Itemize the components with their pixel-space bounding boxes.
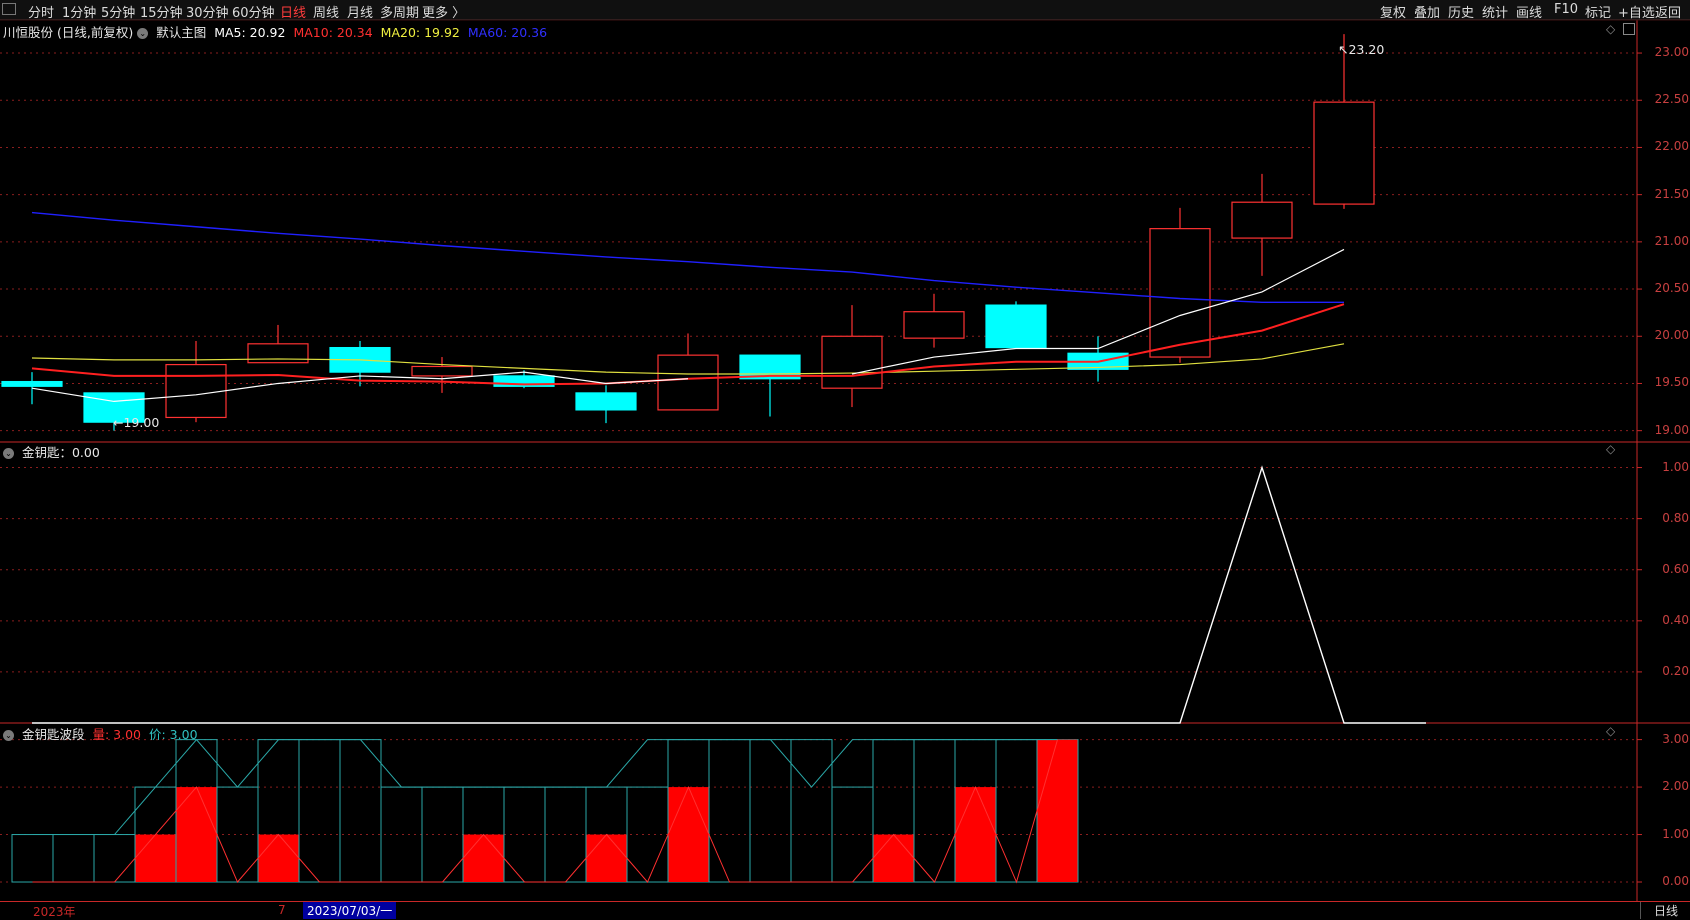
bodian-red-bar	[668, 787, 709, 883]
low-price-marker: ←19.00	[113, 415, 160, 430]
template-name[interactable]: 默认主图	[156, 25, 206, 40]
bodian-volume-bar	[298, 739, 341, 883]
ind1-axis-tick-label: 1.00	[1662, 459, 1689, 474]
stock-name: 川恒股份	[3, 25, 54, 40]
candle[interactable]	[247, 324, 309, 364]
ind1-axis-tick-label: 0.60	[1662, 561, 1689, 576]
indicator1-diamond-icon[interactable]: ◇	[1606, 442, 1615, 456]
month-label: 7	[278, 903, 286, 917]
bodian-volume-bar	[913, 739, 956, 883]
candle-body	[575, 392, 637, 411]
candle[interactable]	[1067, 336, 1129, 382]
candle-body	[1231, 201, 1293, 239]
candle[interactable]	[575, 385, 637, 424]
indicator2-header: ⌄ 金钥匙波段 量: 3.00 价: 3.00	[3, 724, 198, 743]
candle[interactable]	[411, 357, 473, 393]
candle-body	[247, 343, 309, 364]
candle[interactable]	[493, 370, 555, 389]
candle-body	[657, 354, 719, 411]
cursor-date-badge: 2023/07/03/一	[303, 902, 397, 919]
bodian-volume-bar	[93, 834, 136, 883]
panel-diamond-icon[interactable]: ◇	[1606, 22, 1615, 36]
candle-body	[165, 363, 227, 419]
main-panel-header: 川恒股份 (日线,前复权) ⌄ 默认主图 MA5: 20.92 MA10: 20…	[3, 22, 547, 41]
bodian-volume-bar	[749, 739, 792, 883]
indicator1-value: 金钥匙：0.00	[21, 445, 100, 460]
candle[interactable]	[903, 293, 965, 348]
bodian-red-bar	[955, 787, 996, 883]
ind1-axis-tick-label: 0.20	[1662, 663, 1689, 678]
indicator1-dropdown-icon[interactable]: ⌄	[3, 448, 14, 459]
ind2-axis-tick-label: 0.00	[1662, 874, 1689, 888]
adjust-mode: (日线,前复权)	[57, 25, 134, 40]
candle[interactable]	[1313, 34, 1375, 209]
price-axis-tick-label: 23.00	[1654, 45, 1689, 60]
bodian-volume-bar	[11, 834, 54, 883]
candle-body	[1149, 228, 1211, 358]
price-axis-tick-label: 20.50	[1654, 281, 1689, 296]
template-dropdown-icon[interactable]: ⌄	[137, 28, 149, 39]
time-axis: 2023年 7 2023/07/03/一 日线	[0, 901, 1690, 920]
candle-body	[903, 311, 965, 339]
ind1-axis-tick-label: 0.80	[1662, 510, 1689, 525]
indicator2-diamond-icon[interactable]: ◇	[1606, 724, 1615, 738]
bodian-red-bar	[873, 834, 914, 883]
jinyaoshi-line	[32, 465, 1426, 724]
bodian-red-bar	[135, 834, 176, 883]
ma20-label: MA20: 19.92	[380, 25, 460, 40]
bodian-volume-bar	[995, 739, 1038, 883]
bodian-volume-bar	[790, 739, 833, 883]
price-axis-tick-label: 21.00	[1654, 233, 1689, 248]
indicator2-dropdown-icon[interactable]: ⌄	[3, 730, 14, 741]
kline-chart[interactable]	[0, 0, 1690, 919]
ind2-axis-tick-label: 1.00	[1662, 826, 1689, 841]
ma60-label: MA60: 20.36	[467, 25, 548, 40]
price-axis-tick-label: 22.00	[1654, 139, 1689, 154]
bodian-red-bar	[1037, 739, 1078, 883]
candle[interactable]	[985, 301, 1047, 349]
candle[interactable]	[657, 333, 719, 411]
candle[interactable]	[1231, 173, 1293, 276]
bodian-red-bar	[586, 834, 627, 883]
candle-body	[985, 304, 1047, 349]
candle-body	[1313, 101, 1375, 205]
bodian-red-bar	[176, 787, 217, 883]
price-axis-tick-label: 20.00	[1654, 328, 1689, 343]
ma10-label: MA10: 20.34	[293, 25, 373, 40]
candle-body	[821, 335, 883, 389]
period-tab[interactable]: 日线	[1640, 902, 1690, 919]
bodian-volume-bar	[52, 834, 95, 883]
high-price-marker: ↖23.20	[1338, 42, 1385, 57]
ind2-axis-tick-label: 2.00	[1662, 779, 1689, 794]
ind2-axis-tick-label: 3.00	[1662, 731, 1689, 746]
indicator2-volume: 量: 3.00	[92, 727, 142, 742]
candle[interactable]	[1149, 207, 1211, 363]
candle[interactable]	[165, 340, 227, 423]
indicator2-name: 金钥匙波段	[21, 727, 85, 742]
price-axis-tick-label: 22.50	[1654, 92, 1689, 107]
bodian-volume-bar	[708, 739, 751, 883]
bodian-red-bar	[463, 834, 504, 883]
candle[interactable]	[821, 305, 883, 408]
candle-body	[411, 365, 473, 377]
candle-body	[1, 380, 63, 387]
year-label: 2023年	[33, 905, 76, 919]
ma5-label: MA5: 20.92	[214, 25, 286, 40]
panel-window-icon[interactable]	[1623, 23, 1635, 35]
indicator1-header: ⌄ 金钥匙：0.00	[3, 442, 100, 461]
ind1-axis-tick-label: 0.40	[1662, 612, 1689, 627]
bodian-red-bar	[258, 834, 299, 883]
price-axis-tick-label: 19.50	[1654, 375, 1689, 390]
price-axis-tick-label: 19.00	[1654, 422, 1689, 437]
indicator2-price: 价: 3.00	[149, 727, 198, 742]
bodian-volume-bar	[339, 739, 382, 883]
candle[interactable]	[739, 354, 801, 417]
price-axis-tick-label: 21.50	[1654, 186, 1689, 201]
